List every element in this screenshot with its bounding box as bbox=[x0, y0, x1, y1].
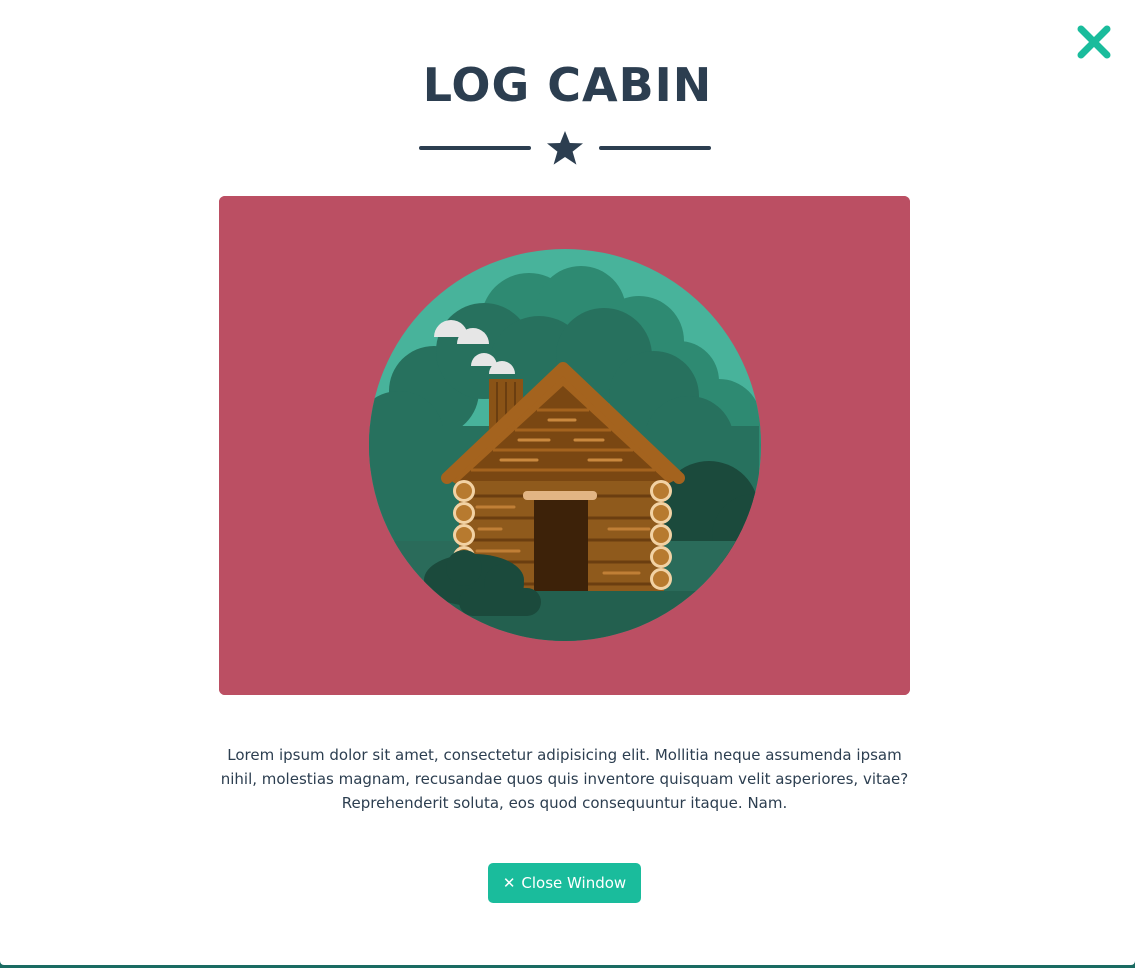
divider-line-left bbox=[419, 146, 531, 150]
close-icon: ✕ bbox=[502, 873, 516, 892]
close-window-button[interactable]: ✕ Close Window bbox=[488, 863, 641, 903]
divider-line-right bbox=[599, 146, 711, 150]
star-icon bbox=[546, 130, 584, 166]
portfolio-modal: LOG CABIN Lorem ipsum dolor sit amet, co… bbox=[0, 0, 1135, 965]
modal-title: LOG CABIN bbox=[422, 58, 713, 112]
title-divider bbox=[419, 128, 711, 168]
close-window-label: Close Window bbox=[521, 874, 627, 892]
modal-description: Lorem ipsum dolor sit amet, consectetur … bbox=[220, 746, 909, 812]
log-cabin-illustration bbox=[219, 196, 910, 695]
